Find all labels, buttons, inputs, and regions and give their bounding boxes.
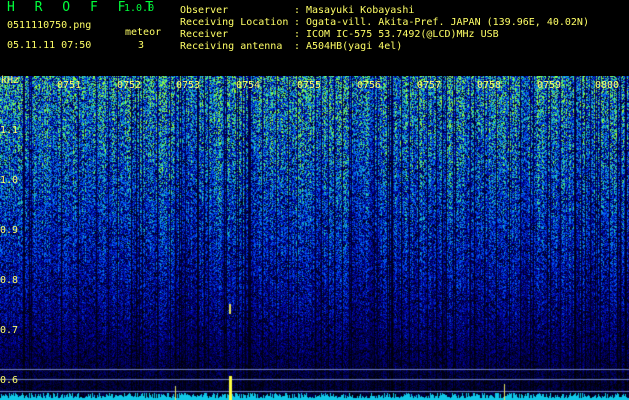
frequency-unit-label: kHz	[1, 75, 20, 86]
meteor-label: meteor	[125, 27, 162, 38]
freq-tick-label: 0.9	[0, 225, 19, 236]
freq-tick-label: 0.7	[0, 325, 19, 336]
app-version: 1.0.0	[124, 3, 155, 14]
time-tick-label: 0756	[357, 80, 382, 91]
freq-tick-label: 1.0	[0, 175, 19, 186]
info-separator: :	[294, 17, 301, 28]
info-separator: :	[294, 29, 301, 40]
time-tick-label: 0759	[537, 80, 562, 91]
freq-tick-label: 1.1	[0, 125, 19, 136]
time-tick-label: 0755	[297, 80, 322, 91]
info-separator: :	[294, 5, 301, 16]
info-value: Masayuki Kobayashi	[306, 5, 415, 16]
info-value: A504HB(yagi 4el)	[306, 41, 403, 52]
time-tick-label: 0754	[236, 80, 261, 91]
time-tick-label: 0758	[477, 80, 502, 91]
time-tick-label: 0752	[117, 80, 142, 91]
info-label: Receiving Location	[180, 17, 289, 28]
time-tick-label: 0757	[417, 80, 442, 91]
freq-tick-label: 0.6	[0, 375, 19, 386]
time-tick-label: 0751	[57, 80, 82, 91]
file-name: 0511110750.png	[7, 20, 92, 31]
info-label: Receiving antenna	[180, 41, 283, 52]
info-label: Observer	[180, 5, 229, 16]
meteor-count: 3	[138, 40, 145, 51]
spectrogram-plot	[0, 76, 629, 400]
file-datetime: 05.11.11 07:50	[7, 40, 92, 51]
info-separator: :	[294, 41, 301, 52]
time-tick-label: 0800	[595, 80, 620, 91]
info-value: ICOM IC-575 53.7492(@LCD)MHz USB	[306, 29, 499, 40]
info-label: Receiver	[180, 29, 229, 40]
time-tick-label: 0753	[176, 80, 201, 91]
freq-tick-label: 0.8	[0, 275, 19, 286]
info-value: Ogata-vill. Akita-Pref. JAPAN (139.96E, …	[306, 17, 589, 28]
